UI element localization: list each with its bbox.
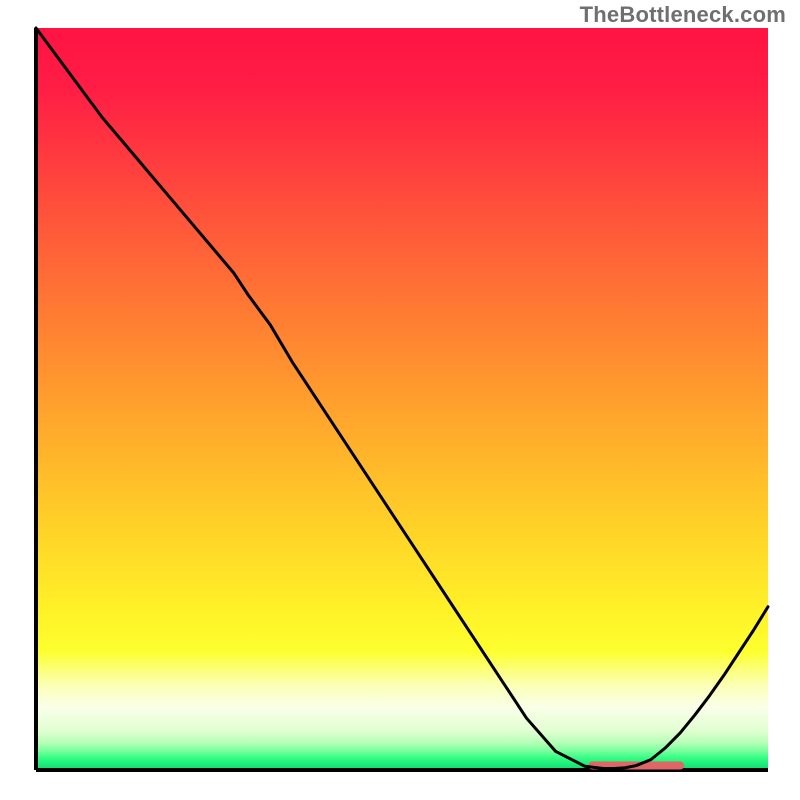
plot-background <box>36 28 768 770</box>
chart-container: TheBottleneck.com <box>0 0 800 800</box>
bottleneck-chart <box>0 0 800 800</box>
